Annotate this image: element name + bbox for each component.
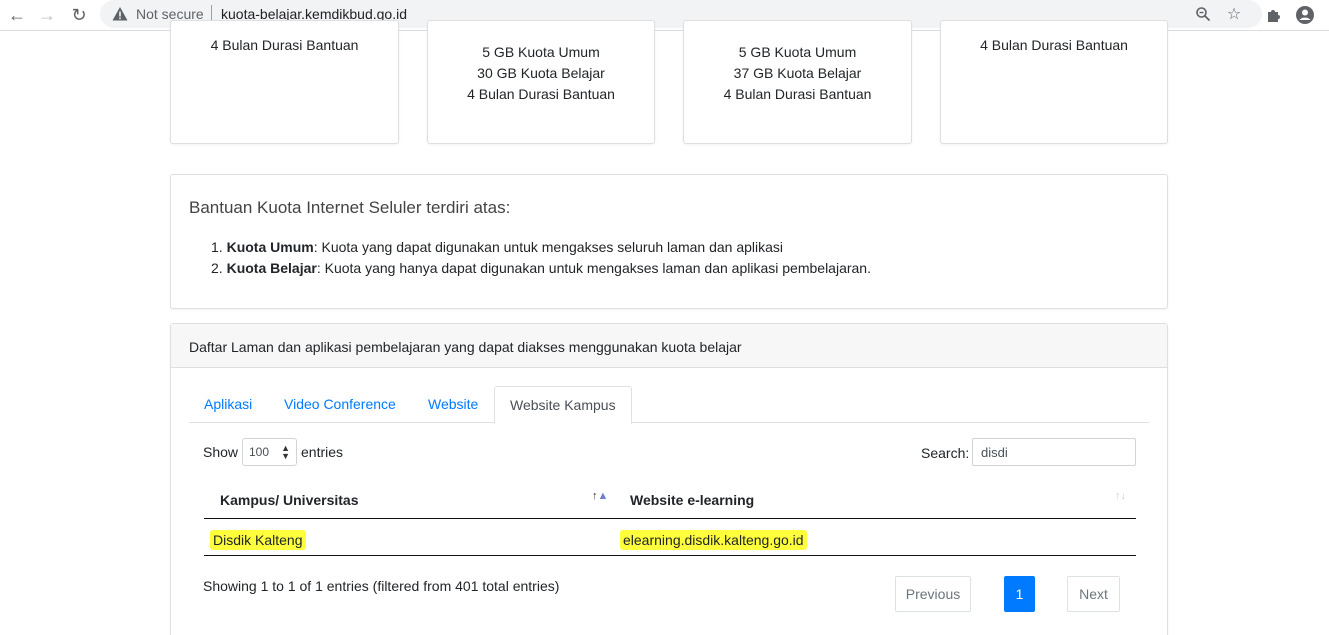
package-card-4: 4 Bulan Durasi Bantuan bbox=[940, 20, 1168, 144]
warning-icon[interactable] bbox=[112, 6, 128, 22]
forward-icon[interactable]: → bbox=[36, 4, 58, 26]
list-item: 2. Kuota Belajar: Kuota yang hanya dapat… bbox=[211, 258, 871, 279]
tab-aplikasi[interactable]: Aplikasi bbox=[189, 386, 267, 423]
column-header-kampus[interactable]: Kampus/ Universitas bbox=[220, 492, 359, 508]
package-line: 30 GB Kuota Belajar bbox=[477, 65, 605, 81]
previous-page-button[interactable]: Previous bbox=[895, 576, 971, 612]
tab-website-kampus[interactable]: Website Kampus bbox=[494, 386, 632, 424]
package-card-1: 4 Bulan Durasi Bantuan bbox=[170, 20, 399, 144]
entries-select[interactable]: 100 ▲ ▼ bbox=[242, 438, 297, 466]
table-bottom-divider bbox=[204, 555, 1136, 556]
cell-website: elearning.disdik.kalteng.go.id bbox=[620, 530, 807, 550]
bookmark-star-icon[interactable]: ☆ bbox=[1224, 4, 1244, 24]
list-number: 1. bbox=[211, 239, 223, 255]
quota-term: Kuota Belajar bbox=[226, 260, 317, 276]
quota-term: Kuota Umum bbox=[226, 239, 314, 255]
show-label: Show bbox=[203, 444, 239, 460]
sort-both-icon[interactable]: ↑↓ bbox=[1115, 490, 1126, 502]
package-line: 4 Bulan Durasi Bantuan bbox=[467, 86, 615, 102]
package-line: 4 Bulan Durasi Bantuan bbox=[210, 37, 359, 53]
cell-kampus: Disdik Kalteng bbox=[210, 530, 306, 550]
package-line: 4 Bulan Durasi Bantuan bbox=[980, 37, 1128, 53]
package-line: 5 GB Kuota Umum bbox=[738, 44, 857, 60]
page-1-button[interactable]: 1 bbox=[1004, 576, 1035, 612]
quota-type-list: 1. Kuota Umum: Kuota yang dapat digunaka… bbox=[211, 237, 871, 279]
entries-label: entries bbox=[301, 444, 344, 460]
tab-video-conference[interactable]: Video Conference bbox=[269, 386, 411, 423]
tab-website[interactable]: Website bbox=[413, 386, 493, 423]
info-title: Bantuan Kuota Internet Seluler terdiri a… bbox=[189, 198, 511, 217]
entries-select-value: 100 bbox=[249, 445, 270, 459]
search-input[interactable] bbox=[972, 438, 1136, 466]
package-card-3: 5 GB Kuota Umum 37 GB Kuota Belajar 4 Bu… bbox=[683, 20, 912, 144]
select-arrows-icon: ▲ ▼ bbox=[281, 443, 290, 461]
profile-avatar-icon[interactable] bbox=[1294, 4, 1316, 26]
info-card: Bantuan Kuota Internet Seluler terdiri a… bbox=[170, 174, 1168, 309]
tab-bar: Aplikasi Video Conference Website Websit… bbox=[189, 386, 1149, 424]
package-line: 4 Bulan Durasi Bantuan bbox=[723, 86, 872, 102]
list-number: 2. bbox=[211, 260, 223, 276]
card-header-title: Daftar Laman dan aplikasi pembelajaran y… bbox=[189, 339, 742, 355]
quota-description: : Kuota yang hanya dapat digunakan untuk… bbox=[316, 260, 871, 276]
column-header-website[interactable]: Website e-learning bbox=[630, 492, 754, 508]
package-card-2: 5 GB Kuota Umum 30 GB Kuota Belajar 4 Bu… bbox=[427, 20, 655, 144]
list-card: Daftar Laman dan aplikasi pembelajaran y… bbox=[170, 323, 1168, 635]
table-header-divider bbox=[204, 518, 1136, 519]
reload-icon[interactable]: ↻ bbox=[68, 4, 90, 26]
search-label: Search: bbox=[921, 445, 970, 461]
list-item: 1. Kuota Umum: Kuota yang dapat digunaka… bbox=[211, 237, 871, 258]
back-icon[interactable]: ← bbox=[6, 4, 28, 26]
card-header: Daftar Laman dan aplikasi pembelajaran y… bbox=[171, 324, 1167, 368]
quota-description: : Kuota yang dapat digunakan untuk menga… bbox=[313, 239, 784, 255]
package-line: 37 GB Kuota Belajar bbox=[733, 65, 862, 81]
package-line: 5 GB Kuota Umum bbox=[482, 44, 600, 60]
table-info: Showing 1 to 1 of 1 entries (filtered fr… bbox=[203, 578, 560, 594]
next-page-button[interactable]: Next bbox=[1067, 576, 1120, 612]
zoom-icon[interactable] bbox=[1193, 4, 1213, 24]
extensions-icon[interactable] bbox=[1263, 4, 1285, 26]
sort-asc-icon[interactable]: ↑▲ bbox=[592, 490, 608, 502]
